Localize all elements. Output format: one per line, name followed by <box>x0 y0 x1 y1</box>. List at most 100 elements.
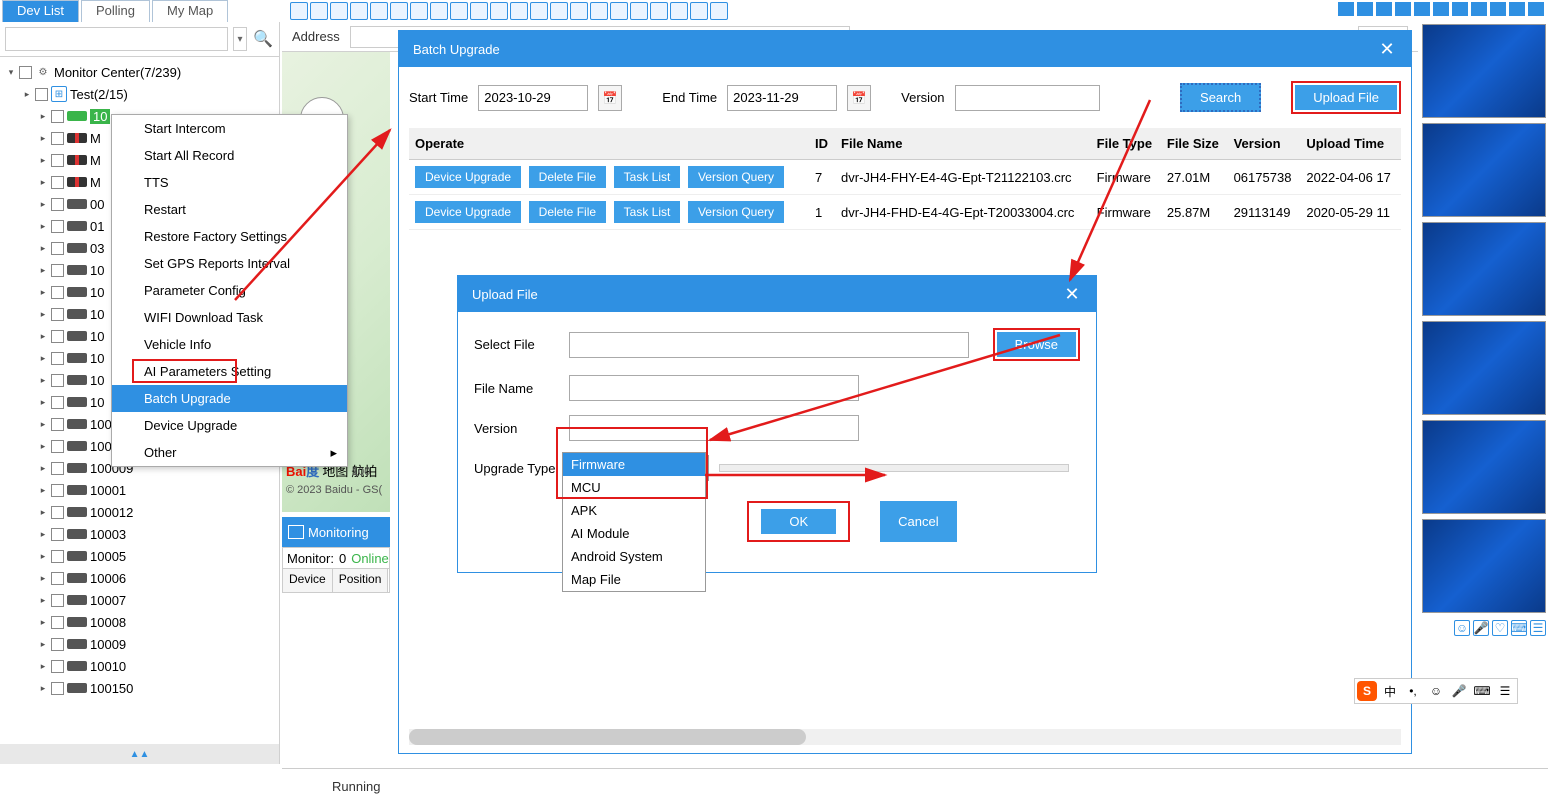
checkbox[interactable] <box>51 660 64 673</box>
ok-button[interactable]: OK <box>761 509 836 534</box>
expand-icon[interactable]: ▸ <box>38 639 48 649</box>
tool-icon[interactable] <box>630 2 648 20</box>
checkbox[interactable] <box>51 132 64 145</box>
tool-icon[interactable] <box>390 2 408 20</box>
tree-device[interactable]: ▸10010 <box>0 655 279 677</box>
expand-icon[interactable]: ▸ <box>38 177 48 187</box>
ime-mode[interactable]: 中 <box>1380 681 1400 701</box>
cancel-button[interactable]: Cancel <box>880 501 956 542</box>
checkbox[interactable] <box>51 198 64 211</box>
expand-icon[interactable]: ▸ <box>38 133 48 143</box>
expand-icon[interactable]: ▸ <box>38 683 48 693</box>
expand-icon[interactable]: ▸ <box>22 89 32 99</box>
expand-icon[interactable]: ▸ <box>38 309 48 319</box>
monitoring-tab[interactable]: Monitoring <box>282 517 390 547</box>
ctx-item-vehicle-info[interactable]: Vehicle Info <box>112 331 347 358</box>
tool-icon[interactable] <box>310 2 328 20</box>
tool-icon[interactable] <box>550 2 568 20</box>
search-dropdown-icon[interactable]: ▾ <box>233 27 247 51</box>
checkbox[interactable] <box>51 110 64 123</box>
search-button[interactable]: Search <box>1180 83 1261 112</box>
control-icon[interactable]: ☺ <box>1454 620 1470 636</box>
tab-polling[interactable]: Polling <box>81 0 150 22</box>
expand-icon[interactable]: ▸ <box>38 529 48 539</box>
select-file-input[interactable] <box>569 332 969 358</box>
checkbox[interactable] <box>51 484 64 497</box>
layout-icon[interactable] <box>1338 2 1354 16</box>
layout-icon[interactable] <box>1376 2 1392 16</box>
delete-file-button[interactable]: Delete File <box>529 166 606 188</box>
tree-folder[interactable]: ▸⊞Test(2/15) <box>0 83 279 105</box>
tool-icon[interactable] <box>510 2 528 20</box>
checkbox[interactable] <box>51 572 64 585</box>
checkbox[interactable] <box>51 418 64 431</box>
layout-icon[interactable] <box>1433 2 1449 16</box>
expand-icon[interactable]: ▸ <box>38 573 48 583</box>
checkbox[interactable] <box>51 396 64 409</box>
tool-icon[interactable] <box>470 2 488 20</box>
checkbox[interactable] <box>51 638 64 651</box>
dropdown-item-android-system[interactable]: Android System <box>563 545 705 568</box>
checkbox[interactable] <box>51 440 64 453</box>
tab-my-map[interactable]: My Map <box>152 0 228 22</box>
checkbox[interactable] <box>51 682 64 695</box>
calendar-icon[interactable]: 📅 <box>598 85 622 111</box>
dropdown-item-firmware[interactable]: Firmware <box>563 453 705 476</box>
checkbox[interactable] <box>51 352 64 365</box>
browse-button[interactable]: Browse <box>997 332 1076 357</box>
upload-file-button[interactable]: Upload File <box>1295 85 1397 110</box>
version-input[interactable] <box>569 415 859 441</box>
tool-icon[interactable] <box>570 2 588 20</box>
tool-icon[interactable] <box>650 2 668 20</box>
checkbox[interactable] <box>51 506 64 519</box>
layout-icon[interactable] <box>1395 2 1411 16</box>
checkbox[interactable] <box>51 462 64 475</box>
task-list-button[interactable]: Task List <box>614 201 681 223</box>
ctx-item-parameter-config[interactable]: Parameter Config <box>112 277 347 304</box>
tree-device[interactable]: ▸10005 <box>0 545 279 567</box>
control-icon[interactable]: ☰ <box>1530 620 1546 636</box>
expand-icon[interactable]: ▸ <box>38 507 48 517</box>
expand-icon[interactable]: ▸ <box>38 243 48 253</box>
video-thumb[interactable] <box>1422 321 1546 415</box>
checkbox[interactable] <box>51 242 64 255</box>
ctx-item-start-all-record[interactable]: Start All Record <box>112 142 347 169</box>
dropdown-item-map-file[interactable]: Map File <box>563 568 705 591</box>
version-query-button[interactable]: Version Query <box>688 201 784 223</box>
tree-device[interactable]: ▸10008 <box>0 611 279 633</box>
expand-icon[interactable]: ▸ <box>38 331 48 341</box>
dropdown-item-ai-module[interactable]: AI Module <box>563 522 705 545</box>
sidebar-search-input[interactable] <box>5 27 228 51</box>
layout-icon[interactable] <box>1414 2 1430 16</box>
expand-icon[interactable]: ▸ <box>38 375 48 385</box>
ctx-item-ai-parameters-setting[interactable]: AI Parameters Setting <box>112 358 347 385</box>
tree-device[interactable]: ▸10003 <box>0 523 279 545</box>
expand-icon[interactable]: ▸ <box>38 617 48 627</box>
checkbox[interactable] <box>51 616 64 629</box>
tool-icon[interactable] <box>350 2 368 20</box>
search-icon[interactable]: 🔍 <box>252 28 274 50</box>
tool-icon[interactable] <box>430 2 448 20</box>
dropdown-item-mcu[interactable]: MCU <box>563 476 705 499</box>
expand-icon[interactable]: ▸ <box>38 485 48 495</box>
start-time-input[interactable] <box>478 85 588 111</box>
checkbox[interactable] <box>51 594 64 607</box>
tool-icon[interactable] <box>330 2 348 20</box>
close-icon[interactable]: ✕ <box>1377 39 1397 59</box>
ctx-item-batch-upgrade[interactable]: Batch Upgrade <box>112 385 347 412</box>
version-query-button[interactable]: Version Query <box>688 166 784 188</box>
expand-icon[interactable]: ▸ <box>38 221 48 231</box>
tool-icon[interactable] <box>670 2 688 20</box>
calendar-icon[interactable]: 📅 <box>847 85 871 111</box>
scroll-thumb[interactable] <box>409 729 806 745</box>
ime-icon[interactable]: ⌨ <box>1472 681 1492 701</box>
ctx-item-other[interactable]: Other <box>112 439 347 466</box>
horizontal-scrollbar[interactable] <box>409 729 1401 745</box>
ime-s-icon[interactable]: S <box>1357 681 1377 701</box>
tool-icon[interactable] <box>490 2 508 20</box>
tab-dev-list[interactable]: Dev List <box>2 0 79 22</box>
expand-icon[interactable]: ▸ <box>38 441 48 451</box>
tree-device[interactable]: ▸100012 <box>0 501 279 523</box>
control-icon[interactable]: ♡ <box>1492 620 1508 636</box>
ime-toolbar[interactable]: S 中 •, ☺ 🎤 ⌨ ☰ <box>1354 678 1518 704</box>
